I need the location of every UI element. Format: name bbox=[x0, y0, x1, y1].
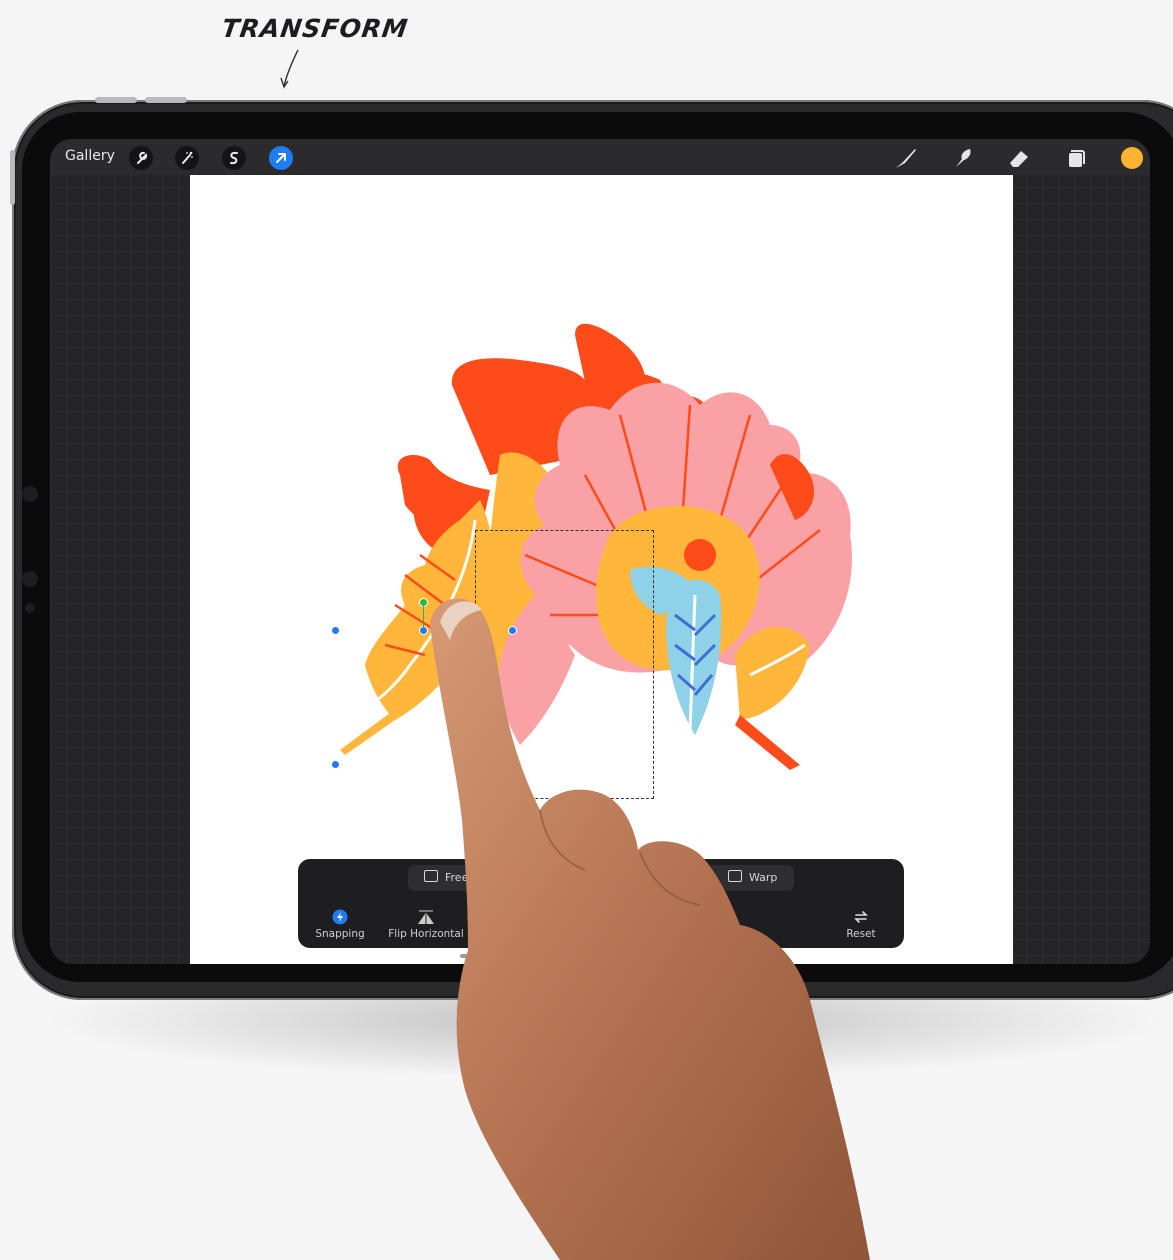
pointing-hand bbox=[430, 598, 870, 1260]
